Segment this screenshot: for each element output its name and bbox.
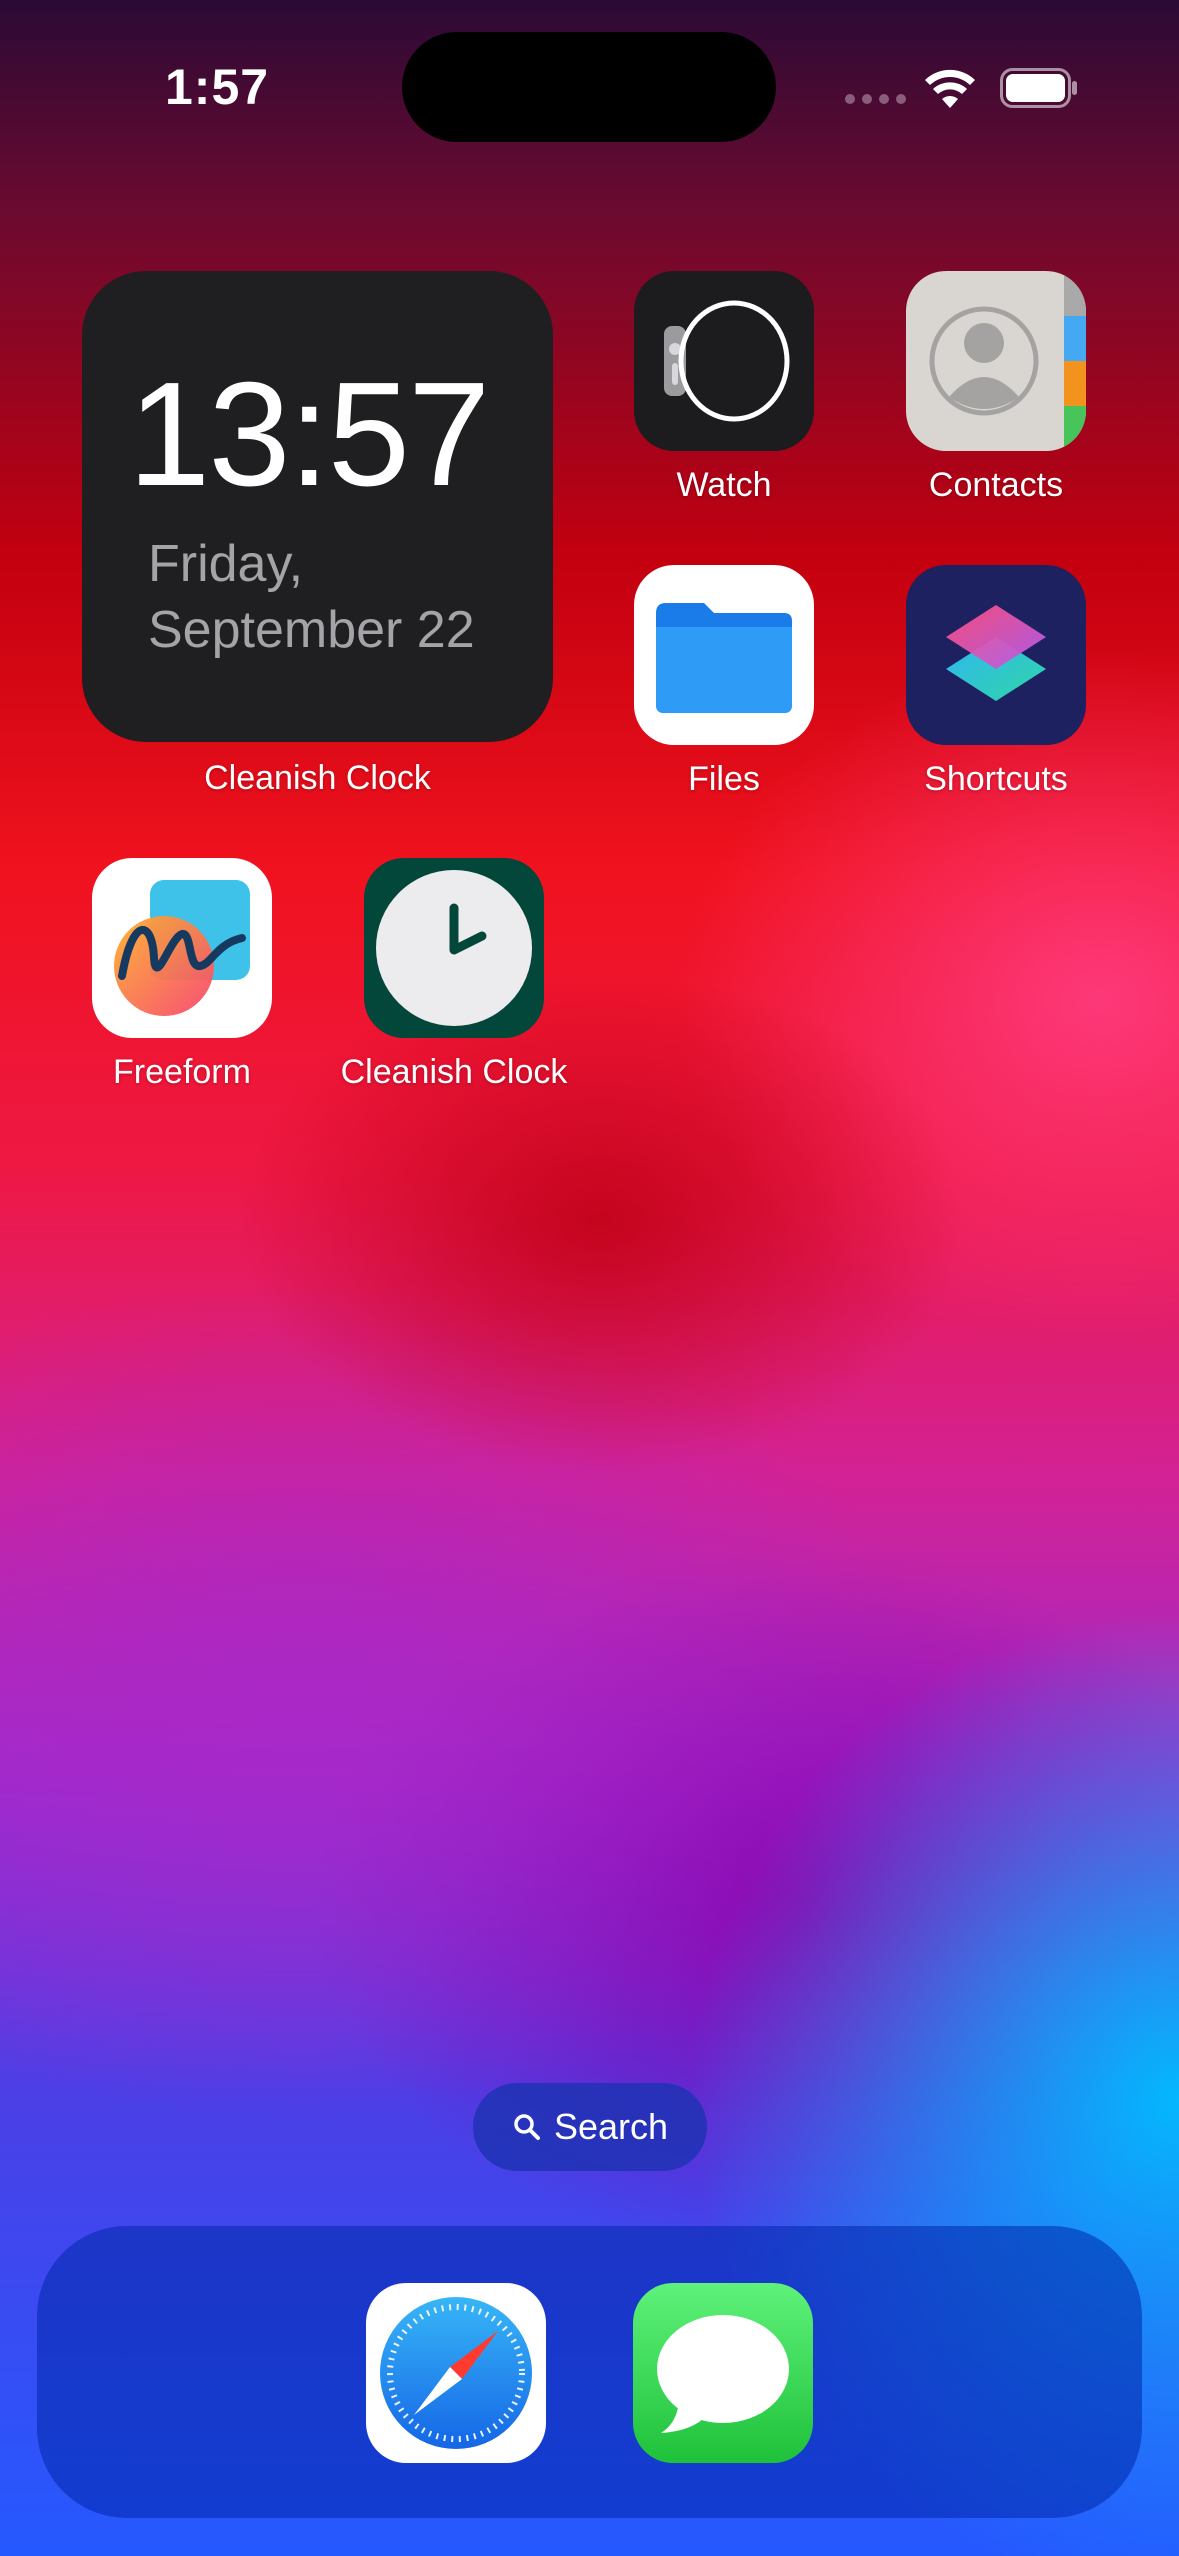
app-label-cleanish-clock: Cleanish Clock: [340, 1053, 568, 1091]
dock-item-safari[interactable]: [366, 2283, 546, 2463]
messages-bubble-icon: [633, 2283, 813, 2463]
cellular-signal-icon: [845, 94, 906, 104]
widget-label: Cleanish Clock: [204, 759, 431, 797]
contacts-icon: [906, 271, 1086, 451]
app-label-files: Files: [688, 760, 760, 798]
widget-time: 13:57: [128, 352, 490, 517]
shortcuts-icon: [906, 565, 1086, 745]
app-label-shortcuts: Shortcuts: [924, 760, 1068, 798]
dock-item-messages[interactable]: [633, 2283, 813, 2463]
app-files[interactable]: [634, 565, 814, 745]
search-label: Search: [553, 2106, 669, 2147]
files-folder-icon: [634, 565, 814, 745]
clock-icon: [364, 858, 544, 1038]
app-freeform[interactable]: [92, 858, 272, 1038]
freeform-icon: [92, 858, 272, 1038]
app-label-contacts: Contacts: [928, 466, 1064, 504]
search-icon: [514, 2114, 540, 2140]
app-label-freeform: Freeform: [113, 1053, 251, 1091]
widget-date: Friday, September 22: [148, 531, 475, 663]
clock-widget[interactable]: 13:57 Friday, September 22: [82, 271, 553, 742]
search-button[interactable]: Search: [473, 2083, 707, 2171]
dynamic-island: [402, 32, 776, 142]
app-label-watch: Watch: [676, 466, 772, 504]
app-watch[interactable]: [634, 271, 814, 451]
app-shortcuts[interactable]: [906, 565, 1086, 745]
wifi-icon: [925, 69, 975, 108]
dock: [37, 2226, 1142, 2518]
app-cleanish-clock[interactable]: [364, 858, 544, 1038]
app-contacts[interactable]: [906, 271, 1086, 451]
battery-icon: [1000, 68, 1077, 108]
widget-date-day: September 22: [148, 601, 475, 659]
widget-date-weekday: Friday,: [148, 535, 304, 593]
safari-compass-icon: [366, 2283, 546, 2463]
status-time: 1:57: [165, 59, 270, 115]
watch-icon: [634, 271, 814, 451]
